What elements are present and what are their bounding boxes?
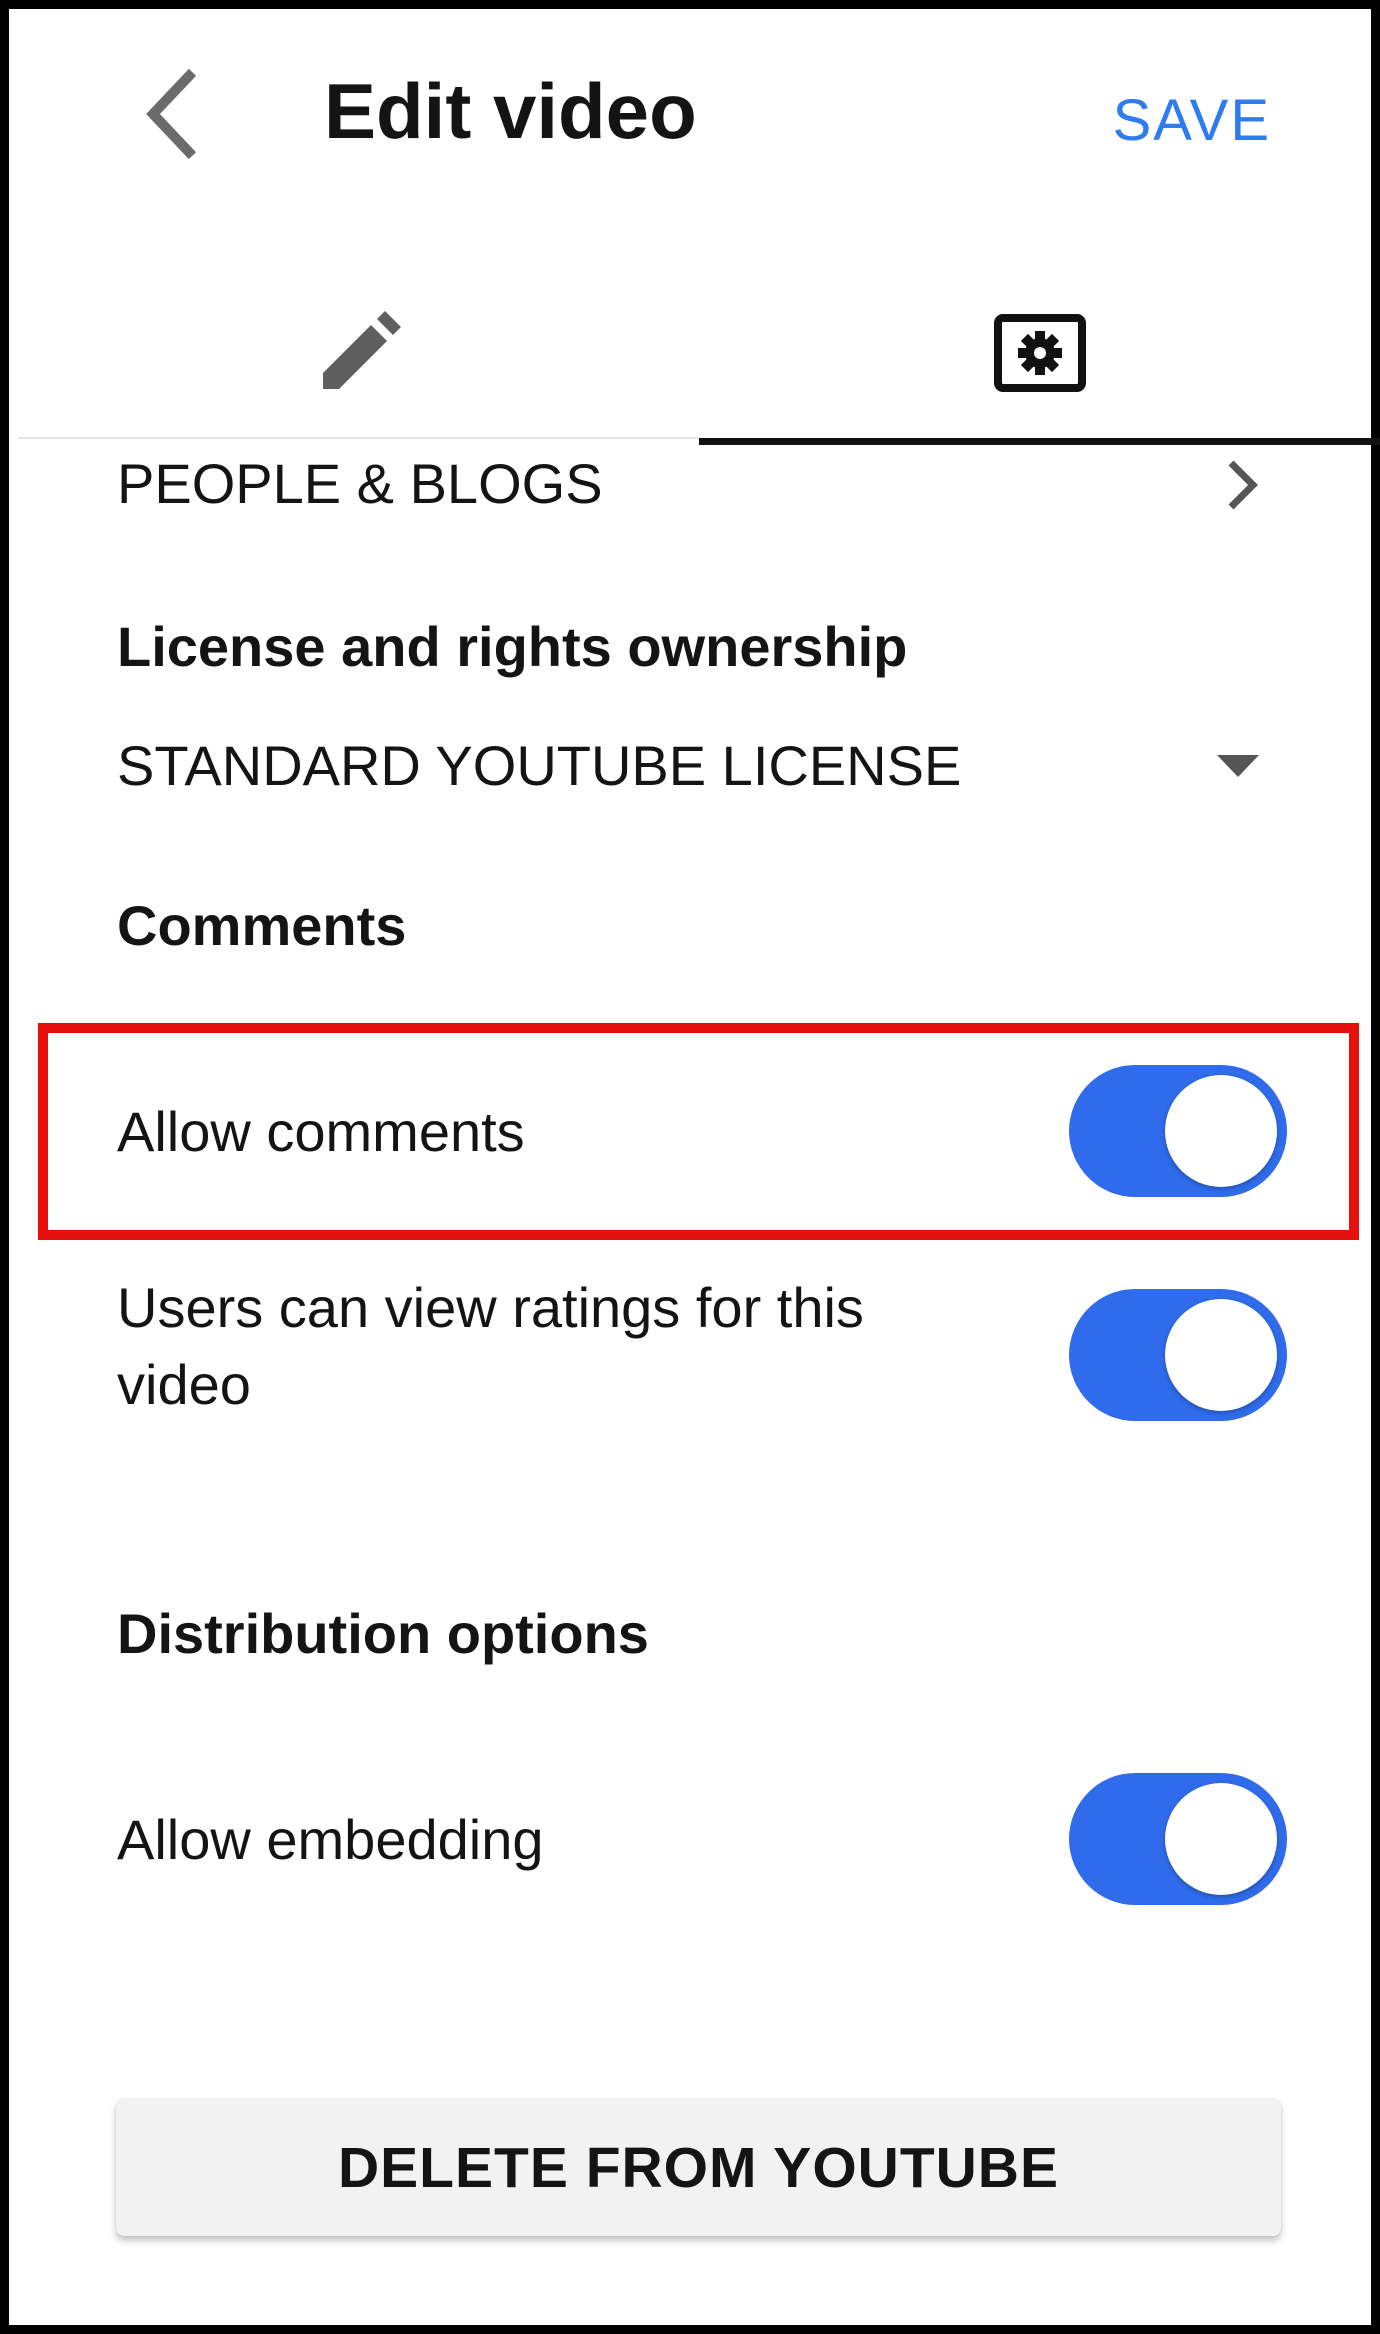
view-ratings-label: Users can view ratings for this video [117,1276,864,1416]
allow-embedding-toggle[interactable] [1069,1773,1287,1905]
category-value: PEOPLE & BLOGS [117,452,603,515]
category-selector[interactable]: PEOPLE & BLOGS [117,449,1267,519]
distribution-heading: Distribution options [117,1602,649,1665]
chevron-right-icon [1228,460,1258,510]
app-screen: Edit video SAVE PEOPLE & BLOGS License a… [0,0,1380,2334]
back-button[interactable] [127,59,217,169]
toggle-knob [1165,1299,1277,1411]
license-value: STANDARD YOUTUBE LICENSE [117,734,962,797]
allow-comments-row: Allow comments [117,1065,1287,1197]
pencil-icon [322,311,401,389]
page-title: Edit video [324,67,697,155]
license-heading: License and rights ownership [117,615,908,678]
save-button[interactable]: SAVE [1113,81,1271,161]
toggle-knob [1165,1075,1277,1187]
allow-comments-toggle[interactable] [1069,1065,1287,1197]
view-ratings-row: Users can view ratings for this video [117,1269,1287,1429]
view-ratings-toggle[interactable] [1069,1289,1287,1421]
settings-icon [993,314,1086,392]
allow-embedding-label: Allow embedding [117,1808,544,1871]
tab-bar [18,269,1380,445]
comments-heading: Comments [117,894,407,957]
dropdown-caret-icon [1217,755,1259,777]
allow-comments-label: Allow comments [117,1100,525,1163]
toggle-knob [1165,1783,1277,1895]
delete-from-youtube-button[interactable]: DELETE FROM YOUTUBE [116,2099,1281,2236]
license-dropdown[interactable]: STANDARD YOUTUBE LICENSE [117,731,1267,801]
tab-edit-details[interactable] [18,269,699,439]
allow-embedding-row: Allow embedding [117,1773,1287,1905]
chevron-left-icon [146,68,197,160]
tab-settings[interactable] [699,269,1380,445]
